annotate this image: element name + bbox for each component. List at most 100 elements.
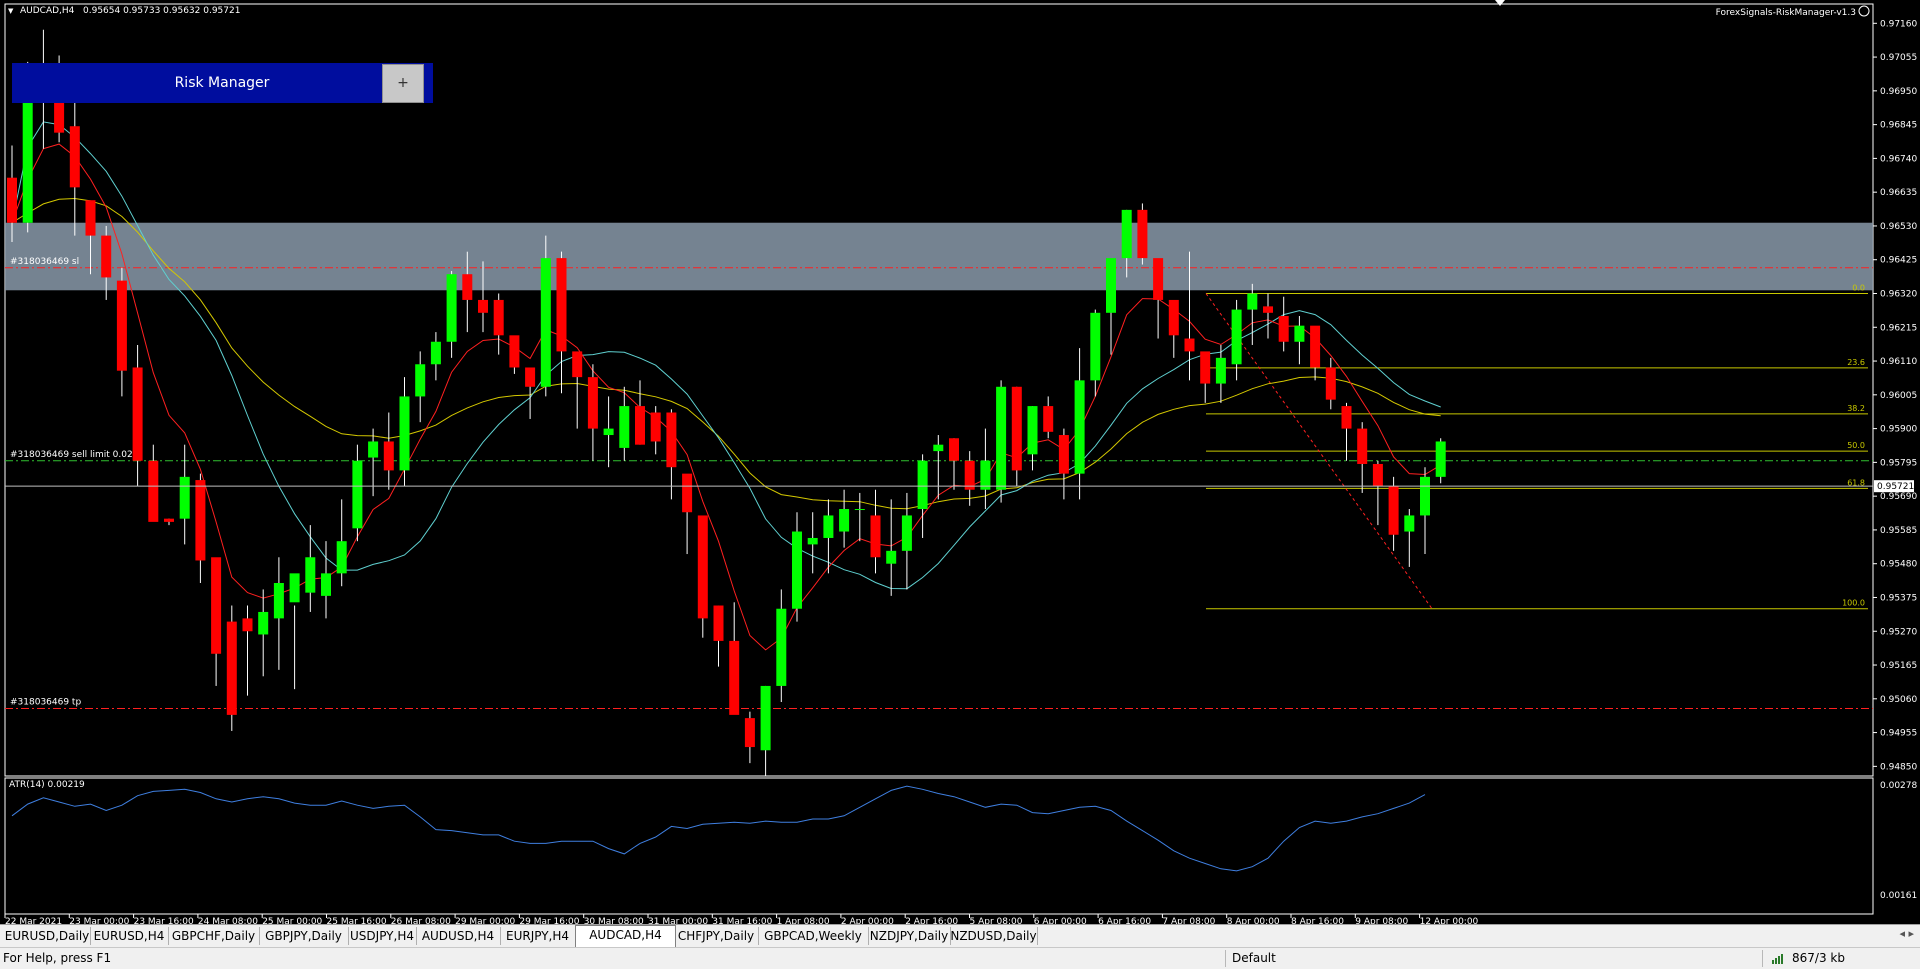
candle-body bbox=[964, 460, 975, 490]
candle-body bbox=[195, 480, 206, 561]
candle bbox=[258, 589, 269, 677]
candle bbox=[823, 499, 834, 574]
risk-manager-expand-button[interactable]: + bbox=[382, 64, 424, 103]
chart-tab[interactable]: AUDCAD,H4 bbox=[575, 925, 676, 947]
price-tick-label: 0.97055 bbox=[1880, 53, 1917, 63]
candle-body bbox=[666, 412, 677, 468]
candle bbox=[1388, 476, 1399, 551]
candle bbox=[289, 573, 300, 690]
candle bbox=[572, 351, 583, 429]
time-tick-label: 30 Mar 08:00 bbox=[584, 917, 644, 924]
candle-body bbox=[446, 274, 457, 342]
candle-body bbox=[1341, 406, 1352, 429]
candle-body bbox=[1372, 463, 1383, 487]
chart-tab[interactable]: EURJPY,H4 bbox=[500, 927, 576, 945]
candle bbox=[1263, 293, 1273, 339]
tab-scroll-arrows-icon[interactable]: ◂ ▸ bbox=[1899, 927, 1914, 940]
candle-body bbox=[164, 518, 174, 522]
candle-body bbox=[336, 541, 347, 574]
price-tick-label: 0.96110 bbox=[1880, 357, 1917, 367]
time-tick-label: 7 Apr 08:00 bbox=[1162, 917, 1215, 924]
candle bbox=[1011, 386, 1022, 487]
price-tick-label: 0.95795 bbox=[1880, 458, 1917, 468]
main-chart-frame bbox=[4, 3, 1874, 777]
candle-body bbox=[996, 386, 1007, 490]
chart-tab[interactable]: USDJPY,H4 bbox=[348, 927, 417, 945]
candle-body bbox=[1231, 309, 1242, 365]
candle bbox=[1168, 299, 1179, 358]
candle bbox=[336, 499, 347, 587]
candle bbox=[446, 270, 457, 358]
time-tick-label: 23 Mar 00:00 bbox=[69, 917, 129, 924]
chart-tab[interactable]: CHFJPY,Daily bbox=[674, 927, 759, 945]
price-tick-label: 0.95690 bbox=[1880, 492, 1917, 502]
candle-body bbox=[901, 515, 912, 551]
chart-tab[interactable]: EURUSD,Daily bbox=[4, 927, 91, 945]
time-tick-label: 1 Apr 08:00 bbox=[777, 917, 830, 924]
candle bbox=[415, 351, 426, 423]
candle bbox=[1043, 396, 1054, 439]
atr-line bbox=[11, 785, 1426, 872]
candle bbox=[305, 525, 316, 612]
candle bbox=[132, 344, 143, 487]
risk-manager-button[interactable]: Risk Manager bbox=[12, 63, 432, 103]
candle-body bbox=[713, 605, 724, 641]
ma-fast-line bbox=[11, 143, 1441, 651]
candle-body bbox=[1435, 441, 1446, 477]
candle-body bbox=[289, 573, 300, 603]
candle-body bbox=[179, 476, 190, 519]
candle-body bbox=[462, 274, 473, 300]
candle bbox=[886, 499, 897, 596]
candle bbox=[744, 711, 755, 764]
candle bbox=[1325, 357, 1336, 410]
candle bbox=[69, 90, 80, 236]
candle bbox=[352, 444, 363, 542]
candle bbox=[179, 444, 190, 545]
candle-body bbox=[1263, 306, 1273, 313]
chart-shift-arrow-icon[interactable] bbox=[1495, 0, 1505, 6]
price-tick-label: 0.96425 bbox=[1880, 256, 1917, 266]
chart-canvas[interactable]: #318036469 sl #318036469 sell limit 0.02 #… bbox=[0, 0, 1920, 924]
candle bbox=[164, 518, 174, 526]
price-tick-label: 0.96530 bbox=[1880, 222, 1917, 232]
candle bbox=[807, 512, 818, 574]
candle bbox=[1310, 325, 1321, 381]
status-traffic: 867/3 kb bbox=[1792, 951, 1845, 965]
candle bbox=[195, 473, 206, 583]
status-profile: Default bbox=[1232, 951, 1276, 965]
price-tick-label: 0.96845 bbox=[1880, 121, 1917, 131]
time-tick-label: 5 Apr 08:00 bbox=[970, 917, 1023, 924]
candle bbox=[540, 235, 551, 397]
price-tick-label: 0.95060 bbox=[1880, 695, 1917, 705]
time-tick-label: 8 Apr 00:00 bbox=[1227, 917, 1280, 924]
candle-body bbox=[493, 299, 504, 336]
candle bbox=[1372, 460, 1383, 526]
candle-body bbox=[839, 509, 850, 532]
candle-body bbox=[368, 441, 379, 458]
status-divider bbox=[1225, 950, 1226, 967]
candle-body bbox=[807, 537, 818, 545]
chart-tab[interactable]: EURUSD,H4 bbox=[90, 927, 169, 945]
candle bbox=[211, 557, 222, 686]
price-tick-label: 0.95480 bbox=[1880, 560, 1917, 570]
chart-tab[interactable]: NZDJPY,Daily bbox=[868, 927, 951, 945]
candle-body bbox=[211, 557, 222, 654]
candle bbox=[556, 251, 567, 394]
chart-tab[interactable]: AUDUSD,H4 bbox=[416, 927, 501, 945]
price-tick-label: 0.97160 bbox=[1880, 19, 1917, 29]
candle-body bbox=[697, 515, 708, 619]
atr-label: ATR(14) 0.00219 bbox=[9, 780, 85, 790]
chart-tab[interactable]: GBPJPY,Daily bbox=[259, 927, 349, 945]
candle-body bbox=[1247, 293, 1258, 310]
chart-tab[interactable]: GBPCHF,Daily bbox=[168, 927, 260, 945]
atr-scale-bottom: 0.00161 bbox=[1880, 891, 1917, 901]
price-tick-label: 0.96950 bbox=[1880, 87, 1917, 97]
ma-medium-line bbox=[11, 121, 1441, 590]
chart-tab[interactable]: NZDUSD,Daily bbox=[950, 927, 1038, 945]
chart-tab[interactable]: GBPCAD,Weekly bbox=[758, 927, 869, 945]
candle-body bbox=[478, 299, 488, 313]
candle-body bbox=[823, 515, 834, 538]
candle bbox=[792, 512, 802, 622]
price-tick-label: 0.95585 bbox=[1880, 526, 1917, 536]
candle-body bbox=[760, 685, 771, 751]
